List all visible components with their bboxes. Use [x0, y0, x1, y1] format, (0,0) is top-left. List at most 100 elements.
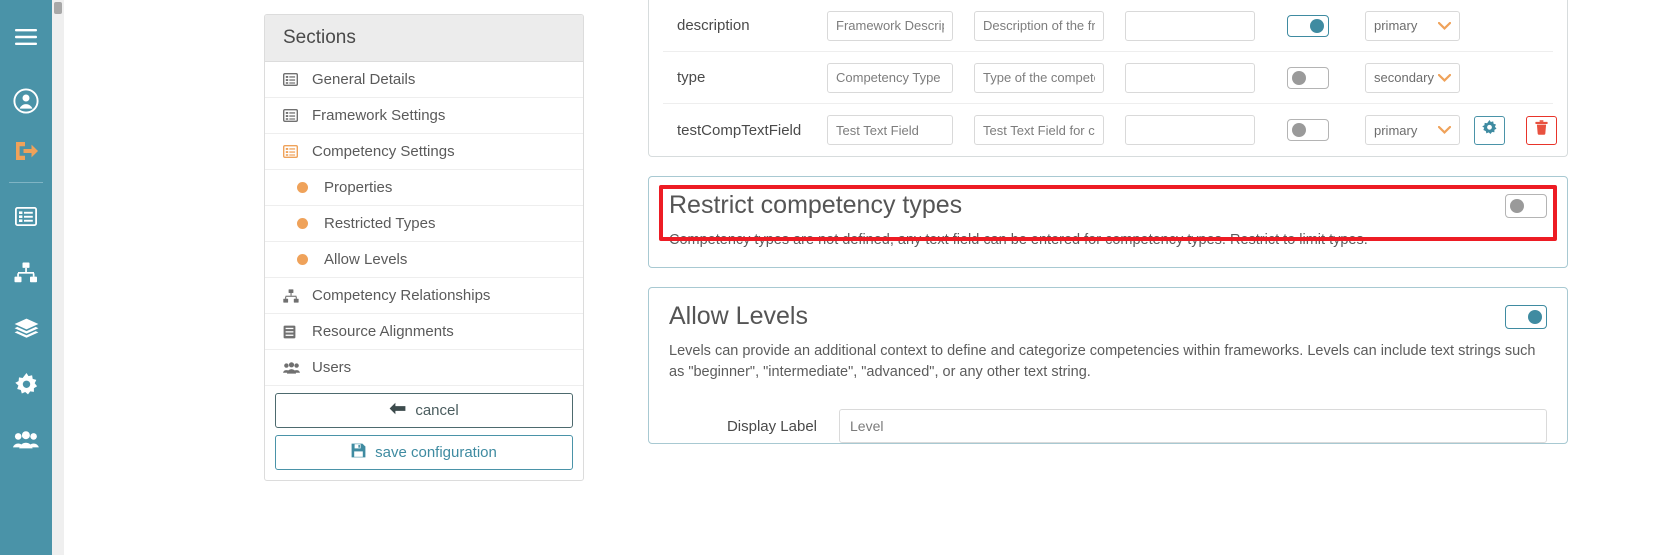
- chevron-down-icon: [1437, 69, 1452, 87]
- logout-icon[interactable]: [0, 130, 52, 172]
- dot-icon: [295, 182, 315, 193]
- hamburger-menu-icon[interactable]: [0, 16, 52, 58]
- main-content-column: description primary type: [648, 0, 1568, 445]
- book-icon: [283, 325, 303, 339]
- property-extra-input[interactable]: [1125, 115, 1255, 145]
- sidebar-item-allow-levels[interactable]: Allow Levels: [265, 242, 583, 278]
- save-configuration-button[interactable]: save configuration: [275, 435, 573, 470]
- table-row: type secondary: [663, 52, 1553, 104]
- gear-icon: [1482, 120, 1497, 140]
- table-row: description primary: [663, 0, 1553, 52]
- chevron-down-icon: [1437, 121, 1452, 139]
- sidebar-item-competency-relationships[interactable]: Competency Relationships: [265, 278, 583, 314]
- cancel-button-label: cancel: [415, 402, 459, 419]
- competency-properties-table: description primary type: [648, 0, 1568, 157]
- display-label-input[interactable]: [839, 409, 1547, 444]
- table-row: testCompTextField primary: [663, 104, 1557, 156]
- delete-property-button[interactable]: [1526, 115, 1557, 145]
- property-name: testCompTextField: [677, 121, 802, 139]
- sections-panel: Sections General Details Framework Setti…: [264, 14, 584, 481]
- sections-header: Sections: [265, 15, 583, 62]
- page-scrollbar[interactable]: [52, 0, 64, 555]
- property-required-toggle[interactable]: [1287, 14, 1329, 37]
- restrict-competency-types-panel: Restrict competency types Competency typ…: [648, 176, 1568, 269]
- property-label-input[interactable]: [827, 10, 953, 41]
- panel-header: Restrict competency types: [649, 177, 1567, 230]
- page-content: Sections General Details Framework Setti…: [64, 0, 1654, 555]
- sidebar-item-properties[interactable]: Properties: [265, 170, 583, 206]
- sidebar-item-resource-alignments[interactable]: Resource Alignments: [265, 314, 583, 350]
- sidebar-item-label: Users: [312, 359, 352, 376]
- users-icon[interactable]: [0, 419, 52, 461]
- allow-levels-toggle[interactable]: [1505, 304, 1547, 329]
- user-circle-icon[interactable]: [0, 80, 52, 122]
- chevron-down-icon: [1437, 17, 1452, 35]
- rail-divider: [9, 182, 43, 183]
- sidebar-item-label: Allow Levels: [324, 251, 408, 268]
- sidebar-item-label: Framework Settings: [312, 107, 446, 124]
- panel-header: Allow Levels: [649, 288, 1567, 341]
- property-name: description: [677, 17, 750, 34]
- property-toggle-cell: [1287, 14, 1329, 37]
- sidebar-item-competency-settings[interactable]: Competency Settings: [265, 134, 583, 170]
- dot-icon: [295, 218, 315, 229]
- property-category-select[interactable]: secondary: [1365, 62, 1460, 93]
- select-value: primary: [1374, 122, 1418, 138]
- panel-title: Allow Levels: [669, 302, 808, 331]
- gear-icon[interactable]: [0, 363, 52, 405]
- property-label-input[interactable]: [827, 115, 953, 145]
- sidebar-item-label: Competency Relationships: [312, 287, 491, 304]
- dot-icon: [295, 254, 315, 265]
- cancel-button[interactable]: cancel: [275, 393, 573, 428]
- trash-icon: [1535, 120, 1548, 140]
- property-required-toggle[interactable]: [1287, 119, 1329, 141]
- property-label-input[interactable]: [827, 62, 953, 93]
- sidebar-item-label: General Details: [312, 71, 416, 88]
- property-category-select[interactable]: primary: [1365, 10, 1460, 41]
- property-toggle-cell: [1287, 66, 1329, 89]
- property-required-toggle[interactable]: [1287, 66, 1329, 89]
- arrow-left-icon: [389, 402, 406, 419]
- save-button-wrapper: save configuration: [265, 428, 583, 480]
- restrict-competency-types-toggle[interactable]: [1505, 193, 1547, 218]
- display-label-caption: Display Label: [726, 417, 817, 435]
- panel-description: Competency types are not defined, any te…: [669, 232, 1368, 248]
- list-alt-icon: [283, 73, 303, 86]
- sidebar-item-users[interactable]: Users: [265, 350, 583, 386]
- sidebar-item-label: Resource Alignments: [312, 323, 454, 340]
- sidebar-item-label: Properties: [324, 179, 393, 196]
- property-name: type: [677, 69, 706, 86]
- sidebar-item-label: Competency Settings: [312, 143, 455, 160]
- users-icon: [283, 361, 303, 374]
- sitemap-icon: [283, 288, 303, 303]
- allow-levels-panel: Allow Levels Levels can provide an addit…: [648, 287, 1568, 445]
- scrollbar-thumb[interactable]: [54, 2, 62, 14]
- layers-icon[interactable]: [0, 307, 52, 349]
- sidebar-item-framework-settings[interactable]: Framework Settings: [265, 98, 583, 134]
- sitemap-icon[interactable]: [0, 251, 52, 293]
- display-label-field-row: Display Label: [649, 409, 1567, 444]
- property-category-select[interactable]: primary: [1365, 115, 1460, 145]
- panel-description: Levels can provide an additional context…: [669, 343, 1536, 381]
- sidebar-item-label: Restricted Types: [324, 215, 436, 232]
- app-root: Sections General Details Framework Setti…: [0, 0, 1654, 555]
- select-value: secondary: [1374, 70, 1434, 85]
- property-extra-input[interactable]: [1125, 10, 1255, 41]
- property-description-input[interactable]: [974, 62, 1104, 93]
- left-icon-rail: [0, 0, 52, 555]
- list-icon[interactable]: [0, 195, 52, 237]
- property-extra-input[interactable]: [1125, 62, 1255, 93]
- property-description-input[interactable]: [974, 10, 1104, 41]
- save-button-label: save configuration: [375, 444, 497, 461]
- panel-title: Restrict competency types: [669, 191, 963, 219]
- edit-property-button[interactable]: [1474, 115, 1505, 145]
- cancel-button-wrapper: cancel: [265, 386, 583, 428]
- select-value: primary: [1374, 18, 1418, 33]
- sidebar-item-restricted-types[interactable]: Restricted Types: [265, 206, 583, 242]
- property-toggle-cell: [1287, 119, 1329, 141]
- property-description-input[interactable]: [974, 115, 1104, 145]
- list-alt-icon: [283, 109, 303, 122]
- save-disk-icon: [351, 443, 366, 462]
- sidebar-item-general-details[interactable]: General Details: [265, 62, 583, 98]
- list-alt-icon: [283, 145, 303, 158]
